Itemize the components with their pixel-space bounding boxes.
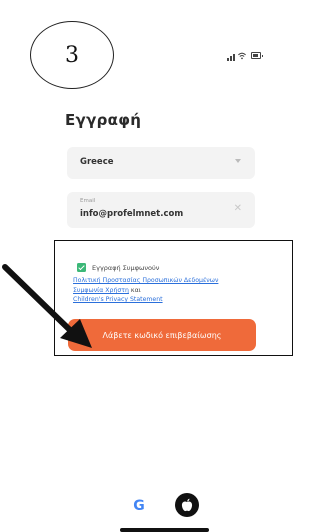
email-field[interactable]: Email info@profelmnet.com ✕ (67, 192, 255, 228)
step-number-annotation: 3 (30, 21, 114, 89)
arrow-annotation-icon (2, 264, 92, 348)
email-value[interactable]: info@profelmnet.com (80, 209, 183, 219)
country-value: Greece (80, 157, 114, 167)
apple-login-button[interactable] (175, 493, 199, 517)
step-number: 3 (65, 42, 79, 68)
and-text: και (130, 287, 141, 294)
email-label: Email (80, 198, 96, 204)
agreement-label: Εγγραφή Συμφωνούν (92, 264, 160, 272)
google-login-icon[interactable]: G (131, 497, 147, 515)
battery-icon (251, 52, 263, 59)
clear-icon[interactable]: ✕ (234, 204, 242, 214)
chevron-down-icon (235, 159, 241, 163)
apple-icon (181, 498, 193, 512)
wifi-icon (238, 52, 246, 60)
page-title: Εγγραφή (65, 111, 142, 129)
status-bar (227, 51, 269, 61)
home-indicator (120, 528, 209, 532)
country-select[interactable]: Greece (67, 147, 255, 179)
